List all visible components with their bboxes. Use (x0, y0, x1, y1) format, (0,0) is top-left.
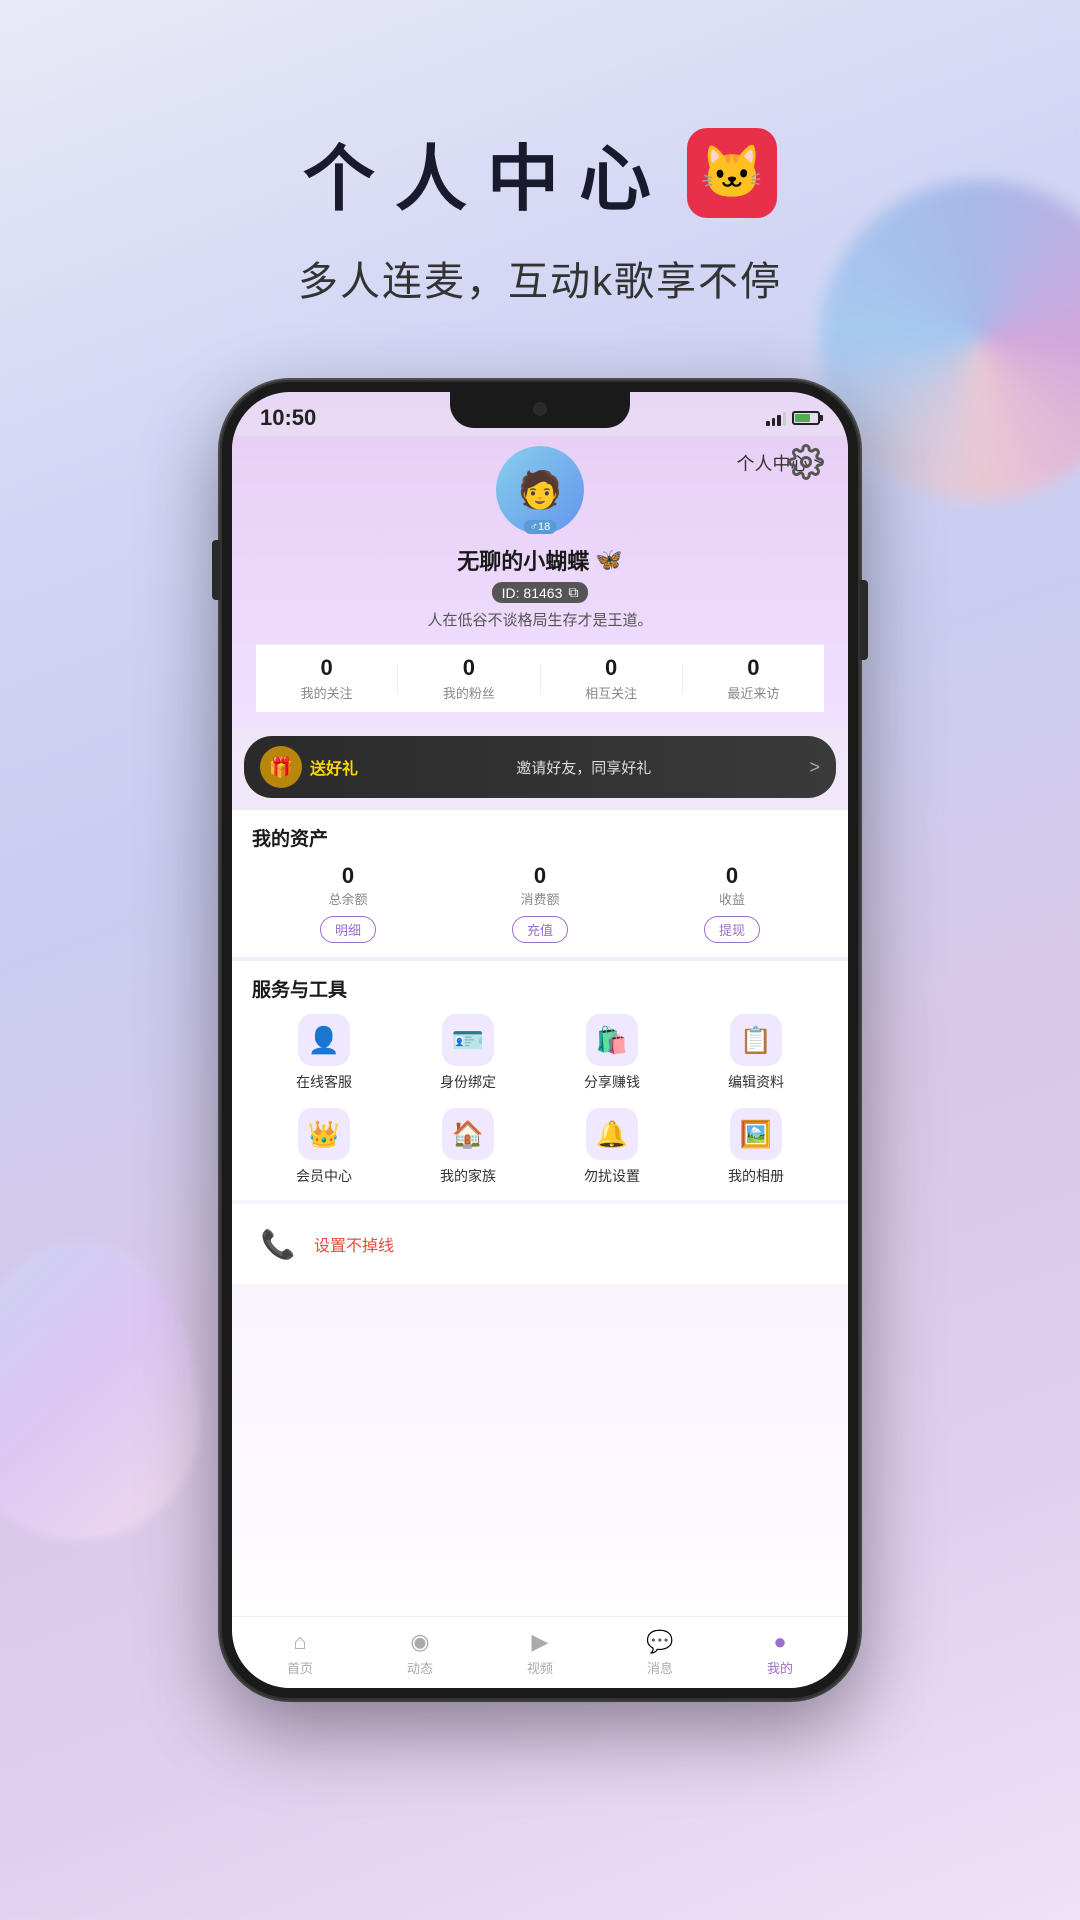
nav-dynamic[interactable]: ◉ 动态 (360, 1629, 480, 1677)
settings-button[interactable] (788, 444, 824, 480)
bg-blob-left (0, 1240, 200, 1540)
avatar-badge: ♂18 (524, 520, 557, 534)
service-family-icon: 🏠 (442, 1108, 494, 1160)
phone-frame: 10:50 (220, 380, 860, 1700)
user-id-badge: ID: 81463 ⧉ (492, 582, 589, 603)
page-subtitle: 多人连麦，互动k歌享不停 (0, 249, 1080, 307)
stat-recent[interactable]: 0 最近来访 (683, 655, 824, 702)
invite-banner[interactable]: 🎁 送好礼 邀请好友，同享好礼 > (244, 736, 836, 798)
invite-arrow: > (809, 757, 820, 778)
phone-mockup: 10:50 (220, 380, 860, 1700)
service-identity-icon: 🪪 (442, 1014, 494, 1066)
assets-title: 我的资产 (252, 824, 828, 851)
profile-section: 个人中心 > 🧑 ♂18 无聊的小蝴蝶 🦋 ID: 81463 ⧉ (232, 436, 848, 728)
asset-recharge-btn[interactable]: 充值 (512, 916, 568, 943)
offline-icon: 📞 (252, 1218, 304, 1270)
asset-withdraw-btn[interactable]: 提现 (704, 916, 760, 943)
invite-gift-icon: 🎁 (260, 746, 302, 788)
nav-mine-icon: ● (773, 1629, 786, 1655)
asset-total: 0 总余额 明细 (320, 863, 376, 943)
user-name: 无聊的小蝴蝶 🦋 (256, 544, 824, 576)
assets-section: 我的资产 0 总余额 明细 0 消费额 充值 0 (232, 810, 848, 957)
signal-icon (766, 410, 786, 426)
service-edit-profile-icon: 📋 (730, 1014, 782, 1066)
asset-detail-btn[interactable]: 明细 (320, 916, 376, 943)
service-identity[interactable]: 🪪 身份绑定 (396, 1014, 540, 1092)
avatar-container[interactable]: 🧑 ♂18 (496, 446, 584, 534)
stats-row: 0 我的关注 0 我的粉丝 0 相互关注 (256, 644, 824, 712)
app-logo: 🐱 (687, 128, 777, 218)
phone-screen: 10:50 (232, 392, 848, 1688)
battery-fill (795, 414, 810, 422)
service-album[interactable]: 🖼️ 我的相册 (684, 1108, 828, 1186)
asset-income: 0 收益 提现 (704, 863, 760, 943)
services-title: 服务与工具 (252, 975, 828, 1002)
nav-message[interactable]: 💬 消息 (600, 1629, 720, 1677)
nav-home-icon: ⌂ (293, 1629, 306, 1655)
page-title: 个人中心 (303, 120, 671, 225)
service-family[interactable]: 🏠 我的家族 (396, 1108, 540, 1186)
nav-mine[interactable]: ● 我的 (720, 1629, 840, 1677)
nav-video-icon: ▶ (532, 1629, 549, 1655)
offline-label: 设置不掉线 (314, 1232, 394, 1256)
page-header: 个人中心 🐱 多人连麦，互动k歌享不停 (0, 0, 1080, 307)
asset-consumption: 0 消费额 充值 (512, 863, 568, 943)
nav-home[interactable]: ⌂ 首页 (240, 1629, 360, 1677)
service-vip-icon: 👑 (298, 1108, 350, 1160)
services-section: 服务与工具 👤 在线客服 🪪 身份绑定 🛍️ 分享赚钱 (232, 961, 848, 1200)
assets-row: 0 总余额 明细 0 消费额 充值 0 收益 提现 (252, 863, 828, 943)
user-bio: 人在低谷不谈格局生存才是王道。 (256, 609, 824, 630)
stat-follow[interactable]: 0 我的关注 (256, 655, 397, 702)
bottom-nav: ⌂ 首页 ◉ 动态 ▶ 视频 💬 消息 (232, 1616, 848, 1688)
stat-fans[interactable]: 0 我的粉丝 (398, 655, 539, 702)
notch (450, 392, 630, 428)
services-grid: 👤 在线客服 🪪 身份绑定 🛍️ 分享赚钱 📋 (252, 1014, 828, 1186)
service-edit-profile[interactable]: 📋 编辑资料 (684, 1014, 828, 1092)
copy-icon[interactable]: ⧉ (568, 584, 578, 601)
invite-text: 邀请好友，同享好礼 (366, 757, 801, 778)
offline-section[interactable]: 📞 设置不掉线 (232, 1204, 848, 1284)
page-title-row: 个人中心 🐱 (0, 120, 1080, 225)
service-dnd-icon: 🔔 (586, 1108, 638, 1160)
stat-mutual[interactable]: 0 相互关注 (541, 655, 682, 702)
service-customer[interactable]: 👤 在线客服 (252, 1014, 396, 1092)
service-vip[interactable]: 👑 会员中心 (252, 1108, 396, 1186)
service-share-earn[interactable]: 🛍️ 分享赚钱 (540, 1014, 684, 1092)
service-customer-icon: 👤 (298, 1014, 350, 1066)
screen-content: 个人中心 > 🧑 ♂18 无聊的小蝴蝶 🦋 ID: 81463 ⧉ (232, 436, 848, 1688)
battery-icon (792, 411, 820, 425)
invite-label: 送好礼 (310, 755, 358, 779)
status-icons (766, 410, 820, 426)
service-album-icon: 🖼️ (730, 1108, 782, 1160)
status-time: 10:50 (260, 405, 316, 431)
nav-dynamic-icon: ◉ (410, 1629, 429, 1655)
service-share-earn-icon: 🛍️ (586, 1014, 638, 1066)
nav-message-icon: 💬 (646, 1629, 673, 1655)
nav-video[interactable]: ▶ 视频 (480, 1629, 600, 1677)
service-dnd[interactable]: 🔔 勿扰设置 (540, 1108, 684, 1186)
camera-dot (533, 402, 547, 416)
user-id-row: ID: 81463 ⧉ (256, 582, 824, 603)
